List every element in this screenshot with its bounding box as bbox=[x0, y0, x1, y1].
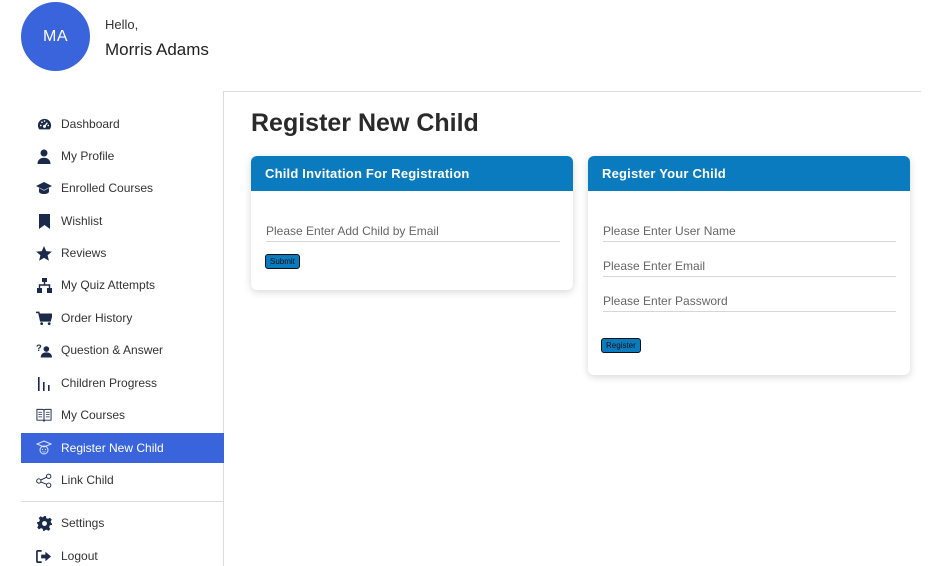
user-name: Morris Adams bbox=[105, 40, 209, 59]
username-input[interactable] bbox=[603, 220, 896, 242]
child-invitation-card: Child Invitation For Registration Submit bbox=[251, 156, 573, 290]
cart-icon bbox=[36, 310, 52, 326]
card-title: Child Invitation For Registration bbox=[251, 156, 573, 191]
submit-button[interactable]: Submit bbox=[265, 254, 300, 269]
sidebar-item-children-progress[interactable]: Children Progress bbox=[21, 368, 224, 398]
svg-text:?: ? bbox=[36, 342, 42, 353]
child-register-icon bbox=[36, 440, 52, 456]
sidebar-item-label: Dashboard bbox=[61, 117, 120, 131]
sidebar-item-label: Settings bbox=[61, 516, 105, 530]
sidebar-item-wishlist[interactable]: Wishlist bbox=[21, 206, 224, 236]
email-input[interactable] bbox=[603, 255, 896, 277]
sidebar-item-label: My Quiz Attempts bbox=[61, 278, 156, 292]
greeting-text: Hello, bbox=[105, 17, 139, 32]
sidebar-item-dashboard[interactable]: Dashboard bbox=[21, 109, 224, 139]
child-email-input[interactable] bbox=[266, 220, 560, 242]
sidebar-item-label: Question & Answer bbox=[61, 343, 164, 357]
header: MA Hello, Morris Adams bbox=[0, 0, 936, 92]
gear-icon bbox=[36, 515, 52, 531]
header-divider bbox=[223, 91, 921, 92]
page-title: Register New Child bbox=[251, 109, 479, 137]
sidebar-item-label: Logout bbox=[61, 549, 98, 563]
sidebar-item-label: Order History bbox=[61, 311, 133, 325]
sidebar-item-label: My Courses bbox=[61, 408, 126, 422]
sitemap-icon bbox=[36, 277, 52, 293]
register-child-card: Register Your Child Register bbox=[588, 156, 910, 375]
sidebar-item-my-quiz-attempts[interactable]: My Quiz Attempts bbox=[21, 270, 224, 300]
question-answer-icon: ? bbox=[36, 342, 52, 358]
book-icon bbox=[36, 407, 52, 423]
sidebar-item-logout[interactable]: Logout bbox=[21, 541, 224, 566]
sidebar-item-label: Wishlist bbox=[61, 214, 103, 228]
sidebar-item-label: Register New Child bbox=[61, 441, 164, 455]
avatar[interactable]: MA bbox=[21, 2, 90, 71]
sidebar-item-question-answer[interactable]: ? Question & Answer bbox=[21, 335, 224, 365]
sidebar-item-register-new-child[interactable]: Register New Child bbox=[21, 433, 224, 463]
sidebar-item-settings[interactable]: Settings bbox=[21, 508, 224, 538]
graduation-cap-icon bbox=[36, 180, 52, 196]
dashboard-icon bbox=[36, 116, 52, 132]
sidebar-item-label: Reviews bbox=[61, 246, 107, 260]
sidebar-item-my-profile[interactable]: My Profile bbox=[21, 141, 224, 171]
sidebar: Dashboard My Profile Enrolled Courses Wi… bbox=[21, 92, 224, 566]
logout-icon bbox=[36, 548, 52, 564]
share-link-icon bbox=[36, 472, 52, 488]
password-input[interactable] bbox=[603, 290, 896, 312]
sidebar-item-order-history[interactable]: Order History bbox=[21, 303, 224, 333]
sidebar-item-label: Enrolled Courses bbox=[61, 181, 154, 195]
user-icon bbox=[36, 148, 52, 164]
sidebar-item-link-child[interactable]: Link Child bbox=[21, 465, 224, 495]
star-icon bbox=[36, 245, 52, 261]
register-button[interactable]: Register bbox=[601, 338, 641, 353]
card-title: Register Your Child bbox=[588, 156, 910, 191]
bookmark-icon bbox=[36, 213, 52, 229]
sidebar-item-label: My Profile bbox=[61, 149, 115, 163]
sidebar-item-reviews[interactable]: Reviews bbox=[21, 238, 224, 268]
sidebar-divider bbox=[21, 501, 224, 502]
sidebar-item-label: Children Progress bbox=[61, 376, 158, 390]
sidebar-item-enrolled-courses[interactable]: Enrolled Courses bbox=[21, 173, 224, 203]
sidebar-item-my-courses[interactable]: My Courses bbox=[21, 400, 224, 430]
sidebar-item-label: Link Child bbox=[61, 473, 114, 487]
bar-chart-icon bbox=[36, 375, 52, 391]
